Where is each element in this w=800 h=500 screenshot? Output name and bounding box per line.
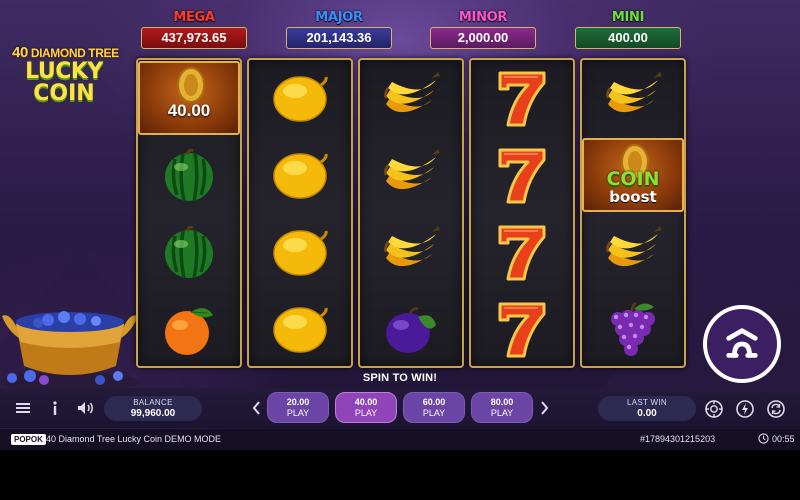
game-name: 40 Diamond Tree Lucky Coin DEMO MODE: [46, 434, 222, 444]
reel: [247, 58, 353, 368]
jackpot-mega: MEGA 437,973.65: [141, 10, 247, 52]
banana-symbol: [360, 137, 462, 213]
reel: [358, 58, 464, 368]
clock-time: 00:55: [772, 434, 795, 444]
seven-symbol: [471, 60, 573, 136]
logo-lucky: LUCKY: [25, 59, 103, 84]
round-id: #17894301215203: [640, 434, 716, 444]
seven-symbol: [471, 291, 573, 367]
spin-message: SPIN TO WIN!: [362, 372, 438, 384]
bet-button[interactable]: 20.00 PLAY: [267, 392, 329, 423]
menu-icon[interactable]: [14, 399, 32, 417]
reel: COIN boost: [580, 58, 686, 368]
bet-amount: 20.00: [286, 397, 310, 407]
bet-play-label: PLAY: [422, 408, 446, 418]
jackpot-name: MAJOR: [315, 10, 363, 25]
bet-button[interactable]: 60.00 PLAY: [403, 392, 465, 423]
spin-logo-icon: [726, 328, 758, 358]
bet-play-label: PLAY: [286, 408, 310, 418]
jackpot-minor: MINOR 2,000.00: [430, 10, 536, 52]
banana-symbol: [360, 214, 462, 290]
game-logo: 40 DIAMOND TREE LUCKY COIN: [12, 44, 119, 108]
bet-amount: 40.00: [354, 397, 378, 407]
lemon-symbol: [249, 291, 351, 367]
bet-button[interactable]: 80.00 PLAY: [471, 392, 533, 423]
boost-title: COIN: [606, 168, 660, 190]
control-bar: BALANCE 99,960.00 20.00 PLAY 40.00 PLAY 60.0…: [0, 388, 800, 428]
reel: [469, 58, 575, 368]
game-stage: 40 DIAMOND TREE LUCKY COIN MEGA 437,973.…: [0, 0, 800, 450]
chevron-left-icon[interactable]: [249, 398, 263, 418]
coin-boost-symbol: COIN boost: [582, 138, 684, 212]
spin-button[interactable]: [703, 305, 781, 383]
autoplay-icon[interactable]: [703, 398, 724, 419]
lemon-symbol: [249, 214, 351, 290]
bet-play-label: PLAY: [354, 408, 378, 418]
logo-subtitle: DIAMOND TREE: [30, 46, 119, 60]
jackpot-value: 201,143.36: [286, 27, 392, 49]
refresh-icon[interactable]: [765, 398, 786, 419]
gem-pot-icon: [0, 311, 140, 390]
balance-label: BALANCE: [133, 398, 173, 407]
jackpot-name: MEGA: [173, 10, 215, 25]
jackpot-value: 2,000.00: [430, 27, 536, 49]
clock-icon: [758, 433, 769, 444]
logo-coin: COIN: [33, 81, 95, 106]
lemon-symbol: [249, 137, 351, 213]
jackpot-value: 437,973.65: [141, 27, 247, 49]
watermelon-symbol: [138, 137, 240, 213]
balance-value: 99,960.00: [130, 408, 176, 419]
banana-symbol: [360, 60, 462, 136]
bet-button[interactable]: 40.00 PLAY: [335, 392, 397, 423]
jackpot-mini: MINI 400.00: [575, 10, 681, 52]
watermelon-symbol: [138, 214, 240, 290]
banana-symbol: [582, 60, 684, 136]
coin-symbol: 40.00: [138, 61, 240, 135]
coin-value: 40.00: [167, 101, 211, 120]
turbo-icon[interactable]: [734, 398, 755, 419]
orange-symbol: [138, 291, 240, 367]
bet-amount: 60.00: [422, 397, 446, 407]
last-win-display: LAST WIN 0.00: [598, 396, 696, 421]
sound-icon[interactable]: [77, 399, 95, 417]
reel: 40.00: [136, 58, 242, 368]
jackpot-major: MAJOR 201,143.36: [286, 10, 392, 52]
seven-symbol: [471, 137, 573, 213]
seven-symbol: [471, 214, 573, 290]
plum-symbol: [360, 291, 462, 367]
last-win-label: LAST WIN: [626, 398, 668, 407]
balance-display: BALANCE 99,960.00: [104, 396, 202, 421]
bet-play-label: PLAY: [490, 408, 514, 418]
provider-logo: POPOK: [11, 434, 46, 445]
jackpot-name: MINI: [611, 10, 645, 25]
banana-symbol: [582, 214, 684, 290]
info-line: POPOK 40 Diamond Tree Lucky Coin DEMO MO…: [0, 429, 800, 450]
chevron-right-icon[interactable]: [537, 398, 551, 418]
bet-amount: 80.00: [490, 397, 514, 407]
info-icon[interactable]: [46, 399, 64, 417]
boost-subtitle: boost: [609, 188, 657, 206]
grapes-symbol: [582, 291, 684, 367]
lemon-symbol: [249, 60, 351, 136]
last-win-value: 0.00: [637, 408, 657, 419]
jackpot-name: MINOR: [458, 10, 508, 25]
jackpot-value: 400.00: [575, 27, 681, 49]
